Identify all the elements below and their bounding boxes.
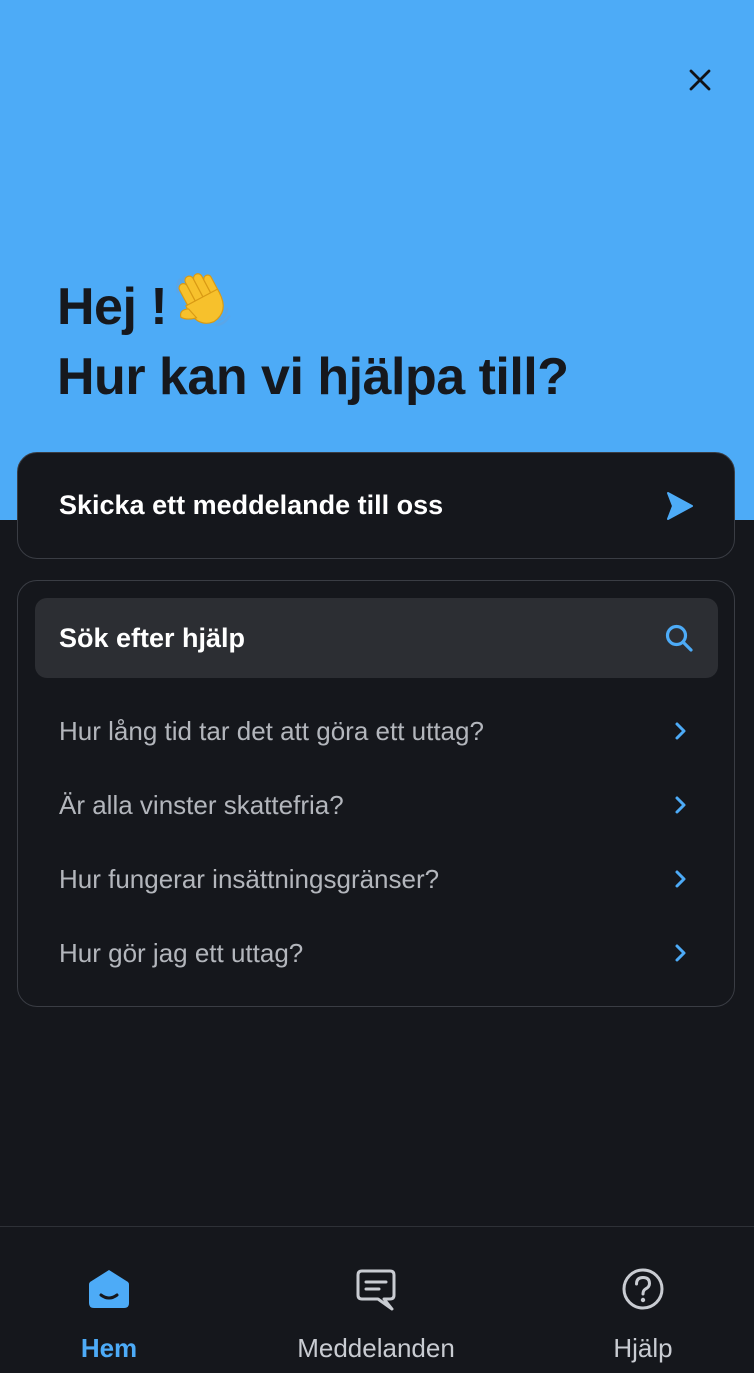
tab-messages-label: Meddelanden bbox=[297, 1333, 455, 1363]
greeting-heading: Hej ! Hur kan vi hjälpa till? bbox=[57, 268, 569, 412]
greeting-line-1: Hej ! bbox=[57, 268, 569, 342]
message-icon bbox=[352, 1265, 400, 1313]
greeting-line-2: Hur kan vi hjälpa till? bbox=[57, 348, 569, 406]
faq-item[interactable]: Är alla vinster skattefria? bbox=[18, 768, 734, 842]
tab-home[interactable]: Hem bbox=[59, 1227, 159, 1373]
close-icon[interactable] bbox=[688, 68, 712, 92]
faq-item[interactable]: Hur gör jag ett uttag? bbox=[18, 916, 734, 990]
faq-question: Hur fungerar insättningsgränser? bbox=[59, 863, 440, 894]
faq-question: Hur gör jag ett uttag? bbox=[59, 937, 304, 968]
search-icon[interactable] bbox=[664, 623, 694, 653]
chevron-right-icon bbox=[675, 870, 686, 888]
send-icon bbox=[667, 491, 693, 520]
help-icon bbox=[619, 1265, 667, 1313]
search-help-input[interactable]: Sök efter hjälp bbox=[35, 598, 718, 678]
tab-messages[interactable]: Meddelanden bbox=[276, 1227, 476, 1373]
faq-question: Hur lång tid tar det att göra ett uttag? bbox=[59, 715, 484, 746]
chevron-right-icon bbox=[675, 722, 686, 740]
hero-header: Hej ! Hur kan vi hjälpa till? bbox=[0, 0, 754, 520]
tab-home-label: Hem bbox=[80, 1333, 138, 1363]
faq-list: Hur lång tid tar det att göra ett uttag?… bbox=[18, 694, 734, 990]
waving-hand-icon bbox=[176, 273, 231, 327]
chevron-right-icon bbox=[675, 944, 686, 962]
faq-question: Är alla vinster skattefria? bbox=[59, 789, 344, 820]
send-message-card[interactable]: Skicka ett meddelande till oss bbox=[17, 452, 735, 559]
search-help-label: Sök efter hjälp bbox=[59, 622, 246, 653]
faq-item[interactable]: Hur lång tid tar det att göra ett uttag? bbox=[18, 694, 734, 768]
faq-item[interactable]: Hur fungerar insättningsgränser? bbox=[18, 842, 734, 916]
send-message-label: Skicka ett meddelande till oss bbox=[59, 490, 444, 520]
tab-help-label: Hjälp bbox=[613, 1333, 673, 1363]
bottom-nav: Hem Meddelanden Hjälp bbox=[0, 1226, 754, 1372]
help-card: Sök efter hjälp Hur lång tid tar det att… bbox=[17, 580, 735, 1007]
tab-help[interactable]: Hjälp bbox=[593, 1227, 693, 1373]
home-icon bbox=[85, 1265, 133, 1313]
chevron-right-icon bbox=[675, 796, 686, 814]
close-button[interactable] bbox=[680, 60, 720, 100]
